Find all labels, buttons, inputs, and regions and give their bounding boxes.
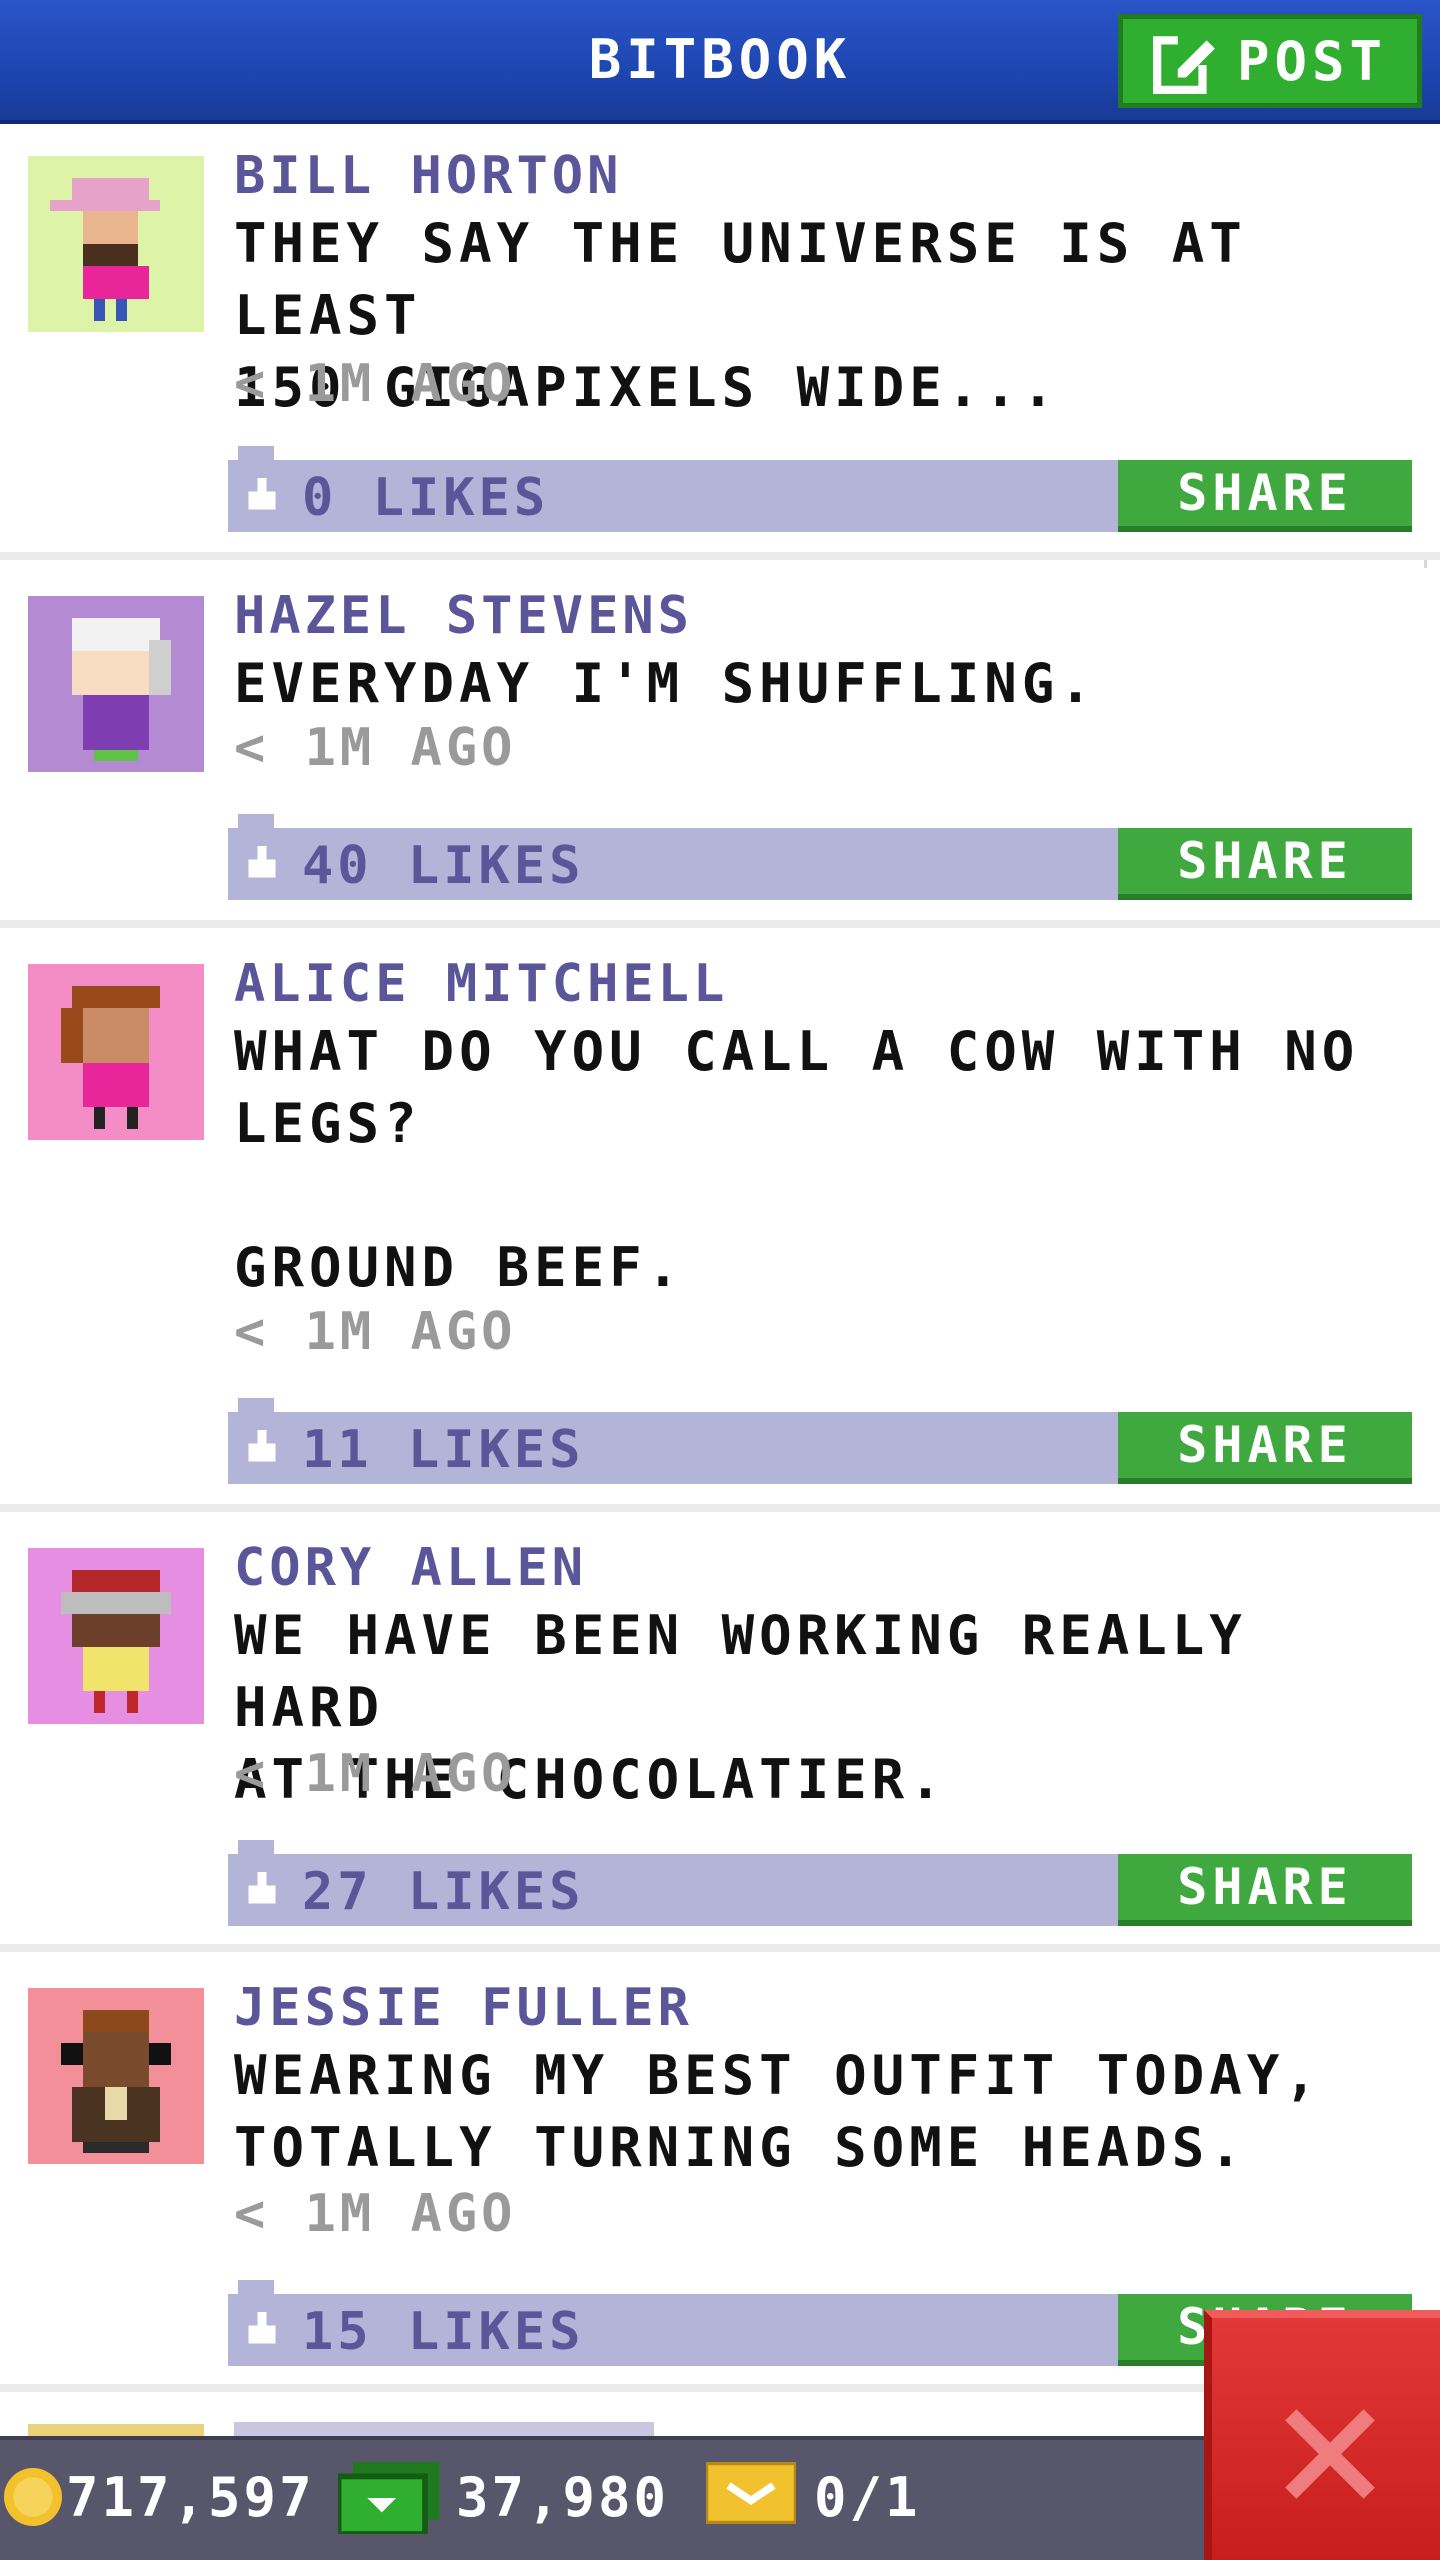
share-button[interactable]: SHARE [1118, 1854, 1412, 1926]
post-author[interactable]: BILL HORTON [234, 146, 622, 206]
feed-post: CORY ALLEN WE HAVE BEEN WORKING REALLY H… [0, 1520, 1440, 1952]
post-message: EVERYDAY I'M SHUFFLING. [234, 652, 1097, 715]
bux-value: 37,980 [456, 2466, 670, 2529]
avatar [28, 964, 204, 1140]
app-header: BITBOOK POST [0, 0, 1440, 124]
avatar-alice-mitchell-icon [28, 964, 204, 1140]
avatar-bill-horton-icon [28, 156, 204, 332]
like-bar: 11 LIKES SHARE [228, 1398, 1412, 1484]
like-bar: 0 LIKES SHARE [228, 446, 1412, 532]
likes-count: 15 LIKES [302, 2302, 585, 2362]
close-button[interactable] [1204, 2310, 1440, 2560]
post-button[interactable]: POST [1118, 14, 1422, 108]
avatar-jessie-fuller-icon [28, 1988, 204, 2164]
post-time: < 1M AGO [234, 1744, 517, 1804]
share-button[interactable]: SHARE [1118, 1412, 1412, 1484]
feed-post: ALICE MITCHELL WHAT DO YOU CALL A COW WI… [0, 936, 1440, 1512]
post-message: WHAT DO YOU CALL A COW WITH NO LEGS? GRO… [234, 1020, 1360, 1299]
post-author[interactable]: ALICE MITCHELL [234, 954, 728, 1014]
post-author[interactable]: CORY ALLEN [234, 1538, 587, 1598]
tickets-value: 0/1 [814, 2466, 921, 2529]
coins-value: 717,597 [66, 2466, 315, 2529]
post-time: < 1M AGO [234, 718, 517, 778]
post-edit-icon [1152, 32, 1215, 94]
like-icon[interactable] [244, 2312, 280, 2348]
avatar [28, 596, 204, 772]
like-bar: 27 LIKES SHARE [228, 1840, 1412, 1926]
post-author[interactable]: HAZEL STEVENS [234, 586, 693, 646]
ticket-icon [706, 2462, 796, 2524]
coin-icon [4, 2468, 62, 2526]
close-icon [1285, 2409, 1375, 2499]
avatar-hazel-stevens-icon [28, 596, 204, 772]
avatar [28, 156, 204, 332]
avatar [28, 1988, 204, 2164]
bux-icon [338, 2462, 440, 2534]
feed-post: BILL HORTON THEY SAY THE UNIVERSE IS AT … [0, 128, 1440, 560]
likes-count: 11 LIKES [302, 1420, 585, 1480]
post-time: < 1M AGO [234, 2184, 517, 2244]
like-icon[interactable] [244, 1872, 280, 1908]
likes-count: 0 LIKES [302, 468, 550, 528]
likes-count: 27 LIKES [302, 1862, 585, 1922]
likes-count: 40 LIKES [302, 836, 585, 896]
post-button-label: POST [1236, 29, 1388, 93]
post-author[interactable]: JESSIE FULLER [234, 1978, 693, 2038]
share-button[interactable]: SHARE [1118, 460, 1412, 532]
like-icon[interactable] [244, 1430, 280, 1466]
post-time: < 1M AGO [234, 354, 517, 414]
like-bar: 40 LIKES SHARE [228, 814, 1412, 900]
post-time: < 1M AGO [234, 1302, 517, 1362]
like-icon[interactable] [244, 478, 280, 514]
share-button[interactable]: SHARE [1118, 828, 1412, 900]
like-icon[interactable] [244, 846, 280, 882]
avatar-cory-allen-icon [28, 1548, 204, 1724]
avatar [28, 1548, 204, 1724]
post-message: WEARING MY BEST OUTFIT TODAY, TOTALLY TU… [234, 2044, 1322, 2179]
feed-post: HAZEL STEVENS EVERYDAY I'M SHUFFLING. < … [0, 568, 1440, 928]
